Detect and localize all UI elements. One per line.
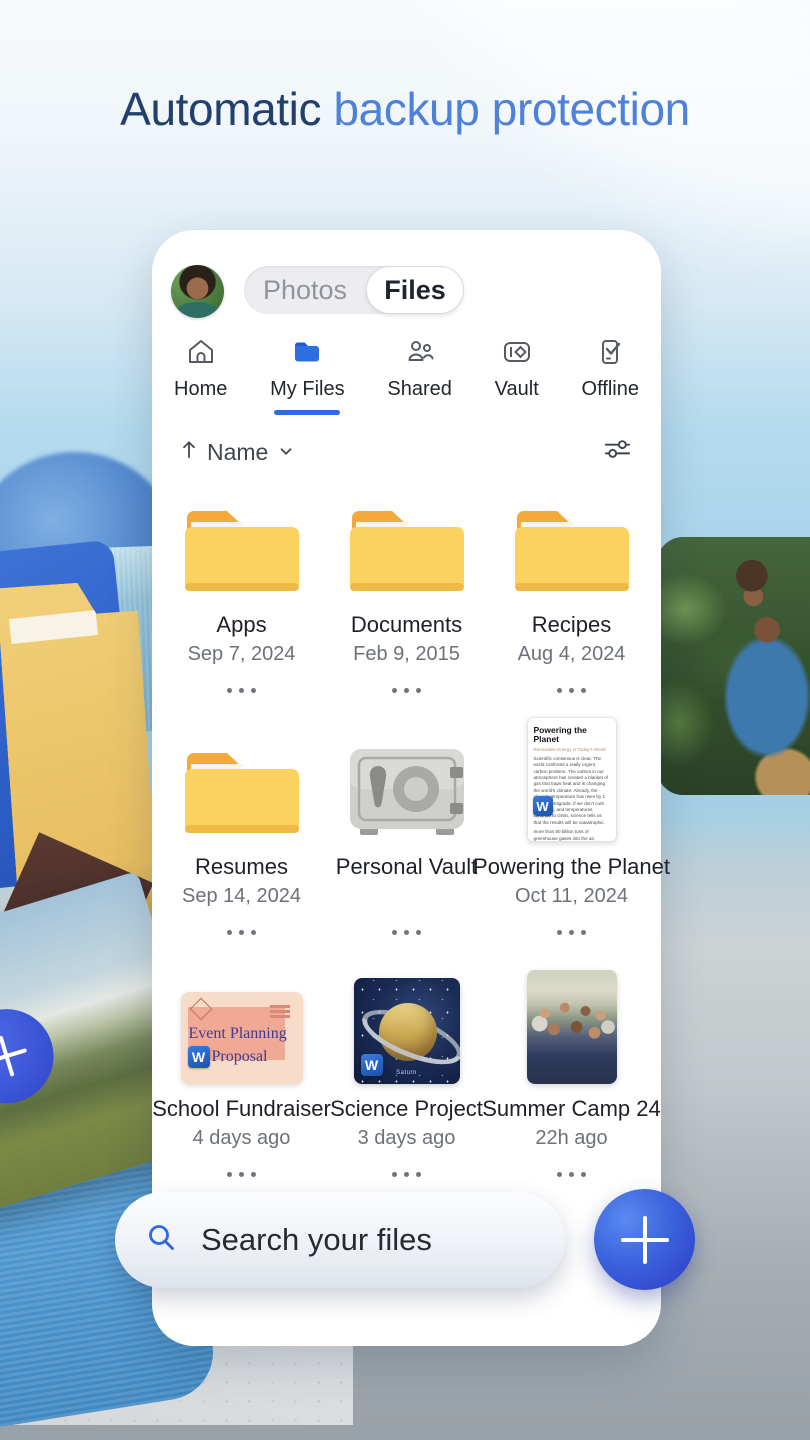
tab-vault[interactable]: Vault [495,336,539,415]
safe-icon [348,745,466,842]
file-date: 3 days ago [358,1127,456,1151]
avatar[interactable] [171,265,224,318]
decor-family-photo [657,537,810,795]
people-icon [404,336,436,373]
file-name: Recipes [532,612,611,638]
tab-shared[interactable]: Shared [387,336,452,415]
file-date: Aug 4, 2024 [518,643,626,667]
more-options-icon[interactable] [557,680,586,700]
page-title-highlight: backup protection [333,83,689,135]
more-options-icon[interactable] [557,1164,586,1184]
photo-thumbnail [527,970,617,1084]
file-name: Personal Vault [336,854,477,880]
sort-field-label: Name [207,439,268,466]
file-item-apps[interactable]: Apps Sep 7, 2024 [159,470,324,700]
tab-home-label: Home [174,378,227,401]
word-flyer-thumbnail: Event Planning Proposal W [181,992,303,1084]
file-name: Summer Camp 24 [482,1096,661,1122]
word-icon: W [188,1046,210,1068]
more-options-icon[interactable] [392,1164,421,1184]
onedrive-app-card: Photos Files Home My Files [152,230,661,1346]
file-date: Sep 14, 2024 [182,885,301,909]
tab-shared-label: Shared [387,378,452,401]
filter-sliders-icon[interactable] [602,434,633,470]
tab-home[interactable]: Home [174,336,227,415]
tab-my-files-label: My Files [270,378,344,401]
file-grid: Apps Sep 7, 2024 Documents Feb 9, 2015 [159,470,654,1184]
more-options-icon[interactable] [557,922,586,942]
plus-icon [0,997,65,1114]
file-date: Oct 11, 2024 [515,885,628,909]
photos-files-toggle[interactable]: Photos Files [244,266,464,314]
more-options-icon[interactable] [227,922,256,942]
vault-icon [501,336,533,373]
word-image-thumbnail: Saturn W [354,978,460,1084]
doc-thumb-title: Powering the Planet [534,726,610,745]
file-name: School Fundraiser [152,1096,331,1122]
flyer-text-lines [270,1005,290,1018]
search-icon [145,1221,179,1260]
search-bar[interactable] [115,1192,565,1288]
tab-vault-label: Vault [495,378,539,401]
folder-icon [291,336,323,373]
file-item-documents[interactable]: Documents Feb 9, 2015 [324,470,489,700]
file-name: Apps [216,612,266,638]
doc-thumb-subtitle: Renewable Energy in Today's World [534,747,610,752]
bottom-nav-tabs: Home My Files Shared [174,336,639,415]
file-name: Science Project [330,1096,483,1122]
tab-offline[interactable]: Offline [582,336,639,415]
file-item-summer-camp-24[interactable]: Summer Camp 24 22h ago [489,954,654,1184]
word-document-thumbnail: Powering the Planet Renewable Energy in … [527,717,617,842]
file-item-science-project[interactable]: Saturn W Science Project 3 days ago [324,954,489,1184]
file-name: Powering the Planet [473,854,670,880]
sort-control[interactable]: Name [180,438,295,466]
file-date: Sep 7, 2024 [188,643,296,667]
file-item-resumes[interactable]: Resumes Sep 14, 2024 [159,712,324,942]
page-title: Automatic backup protection [0,82,810,136]
toggle-option-files[interactable]: Files [366,266,464,314]
file-date: Feb 9, 2015 [353,643,460,667]
doc-thumb-body2: more than 50 billion tons of greenhouse … [534,829,610,842]
folder-icon [346,507,468,600]
folder-icon [511,507,633,600]
file-date: 4 days ago [193,1127,291,1151]
flyer-heading-2: Proposal [212,1048,268,1066]
offline-check-icon [594,336,626,373]
flyer-heading-1: Event Planning [189,1025,287,1043]
arrow-up-icon [180,438,198,466]
file-item-school-fundraiser[interactable]: Event Planning Proposal W School Fundrai… [159,954,324,1184]
folder-icon [181,507,303,600]
page-title-prefix: Automatic [120,83,333,135]
add-button[interactable] [594,1189,695,1290]
more-options-icon[interactable] [227,1164,256,1184]
word-icon: W [533,796,553,816]
folder-icon [181,749,303,842]
chevron-down-icon [277,439,295,466]
word-icon: W [361,1054,383,1076]
sort-filter-row: Name [180,434,633,470]
file-item-personal-vault[interactable]: Personal Vault [324,712,489,942]
screenshot-stage: Automatic backup protection Photos Files… [0,0,810,1440]
more-options-icon[interactable] [392,922,421,942]
home-icon [185,336,217,373]
file-date: 22h ago [535,1127,607,1151]
more-options-icon[interactable] [227,680,256,700]
tab-offline-label: Offline [582,378,639,401]
tab-my-files[interactable]: My Files [270,336,344,415]
search-input[interactable] [199,1221,602,1259]
more-options-icon[interactable] [392,680,421,700]
file-name: Documents [351,612,462,638]
file-name: Resumes [195,854,288,880]
toggle-option-photos[interactable]: Photos [244,275,366,306]
file-item-recipes[interactable]: Recipes Aug 4, 2024 [489,470,654,700]
file-item-powering-the-planet[interactable]: Powering the Planet Renewable Energy in … [489,712,654,942]
